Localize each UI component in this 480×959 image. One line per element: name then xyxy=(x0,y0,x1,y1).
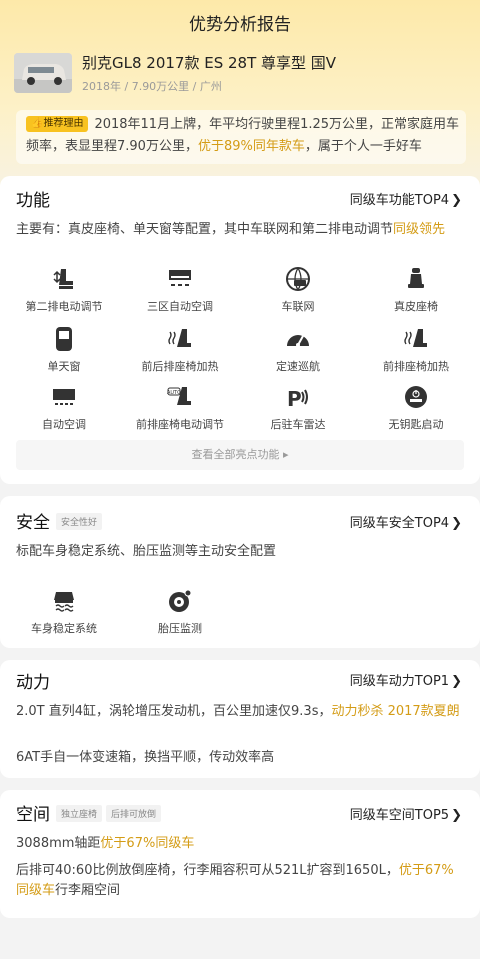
feature-front-seat-heat[interactable]: 前排座椅加热 xyxy=(356,326,476,374)
chevron-right-icon: ❯ xyxy=(451,808,462,823)
keyless-start-icon xyxy=(405,386,427,408)
power-rank-link[interactable]: 同级车动力TOP1 ❯ xyxy=(350,670,462,689)
svg-text:P: P xyxy=(287,387,302,410)
power-description-2: 6AT手自一体变速箱，换挡平顺，传动效率高 xyxy=(16,750,275,765)
space-description-1: 3088mm轴距优于67%同级车 xyxy=(16,836,195,851)
feature-tire-pressure[interactable]: 胎压监测 xyxy=(120,588,240,636)
safety-description: 标配车身稳定系统、胎压监测等主动安全配置 xyxy=(16,544,277,559)
space-card: 空间 独立座椅 后排可放倒 同级车空间TOP5 ❯ 3088mm轴距优于67%同级车 … xyxy=(0,790,480,918)
space-title: 空间 独立座椅 后排可放倒 xyxy=(16,800,162,825)
recommend-reason-text: 👍推荐理由 2018年11月上牌，年平均行驶里程1.25万公里，正常家庭用车频率，… xyxy=(26,114,466,158)
car-subtitle: 2018年 / 7.90万公里 / 广州 xyxy=(82,80,222,93)
tire-pressure-icon xyxy=(169,589,192,612)
safety-tag: 安全性好 xyxy=(56,513,103,530)
stability-icon xyxy=(54,592,74,612)
safety-card: 安全 安全性好 同级车安全TOP4 ❯ 标配车身稳定系统、胎压监测等主动安全配置 车… xyxy=(0,496,480,648)
feature-auto-ac[interactable]: 自动空调 xyxy=(4,384,124,432)
svg-text:AUTO: AUTO xyxy=(167,390,181,396)
climate-zones-icon xyxy=(169,270,191,286)
sunroof-icon xyxy=(56,327,72,351)
power-description-1: 2.0T 直列4缸，涡轮增压发动机，百公里加速仅9.3s，动力秒杀 2017款夏… xyxy=(16,704,460,719)
page-title: 优势分析报告 xyxy=(189,15,291,35)
function-rank-link[interactable]: 同级车功能TOP4 ❯ xyxy=(350,189,462,208)
power-title: 动力 xyxy=(16,673,50,693)
chevron-right-icon: ❯ xyxy=(451,516,462,531)
seat-adjust-icon xyxy=(53,269,73,289)
space-description-2: 后排可40:60比例放倒座椅，行李厢容积可从521L扩容到1650L，优于67%… xyxy=(16,863,454,898)
reason-highlight: 优于89%同年款车 xyxy=(197,139,305,154)
chevron-right-icon: ❯ xyxy=(451,193,462,208)
safety-title: 安全 安全性好 xyxy=(16,508,103,533)
auto-seat-icon: AUTO xyxy=(167,387,191,405)
feature-connected-car[interactable]: 车联网 xyxy=(238,266,358,314)
feature-stability[interactable]: 车身稳定系统 xyxy=(4,588,124,636)
car-name: 别克GL8 2017款 ES 28T 尊享型 国V xyxy=(82,54,337,72)
recommend-reason-box: 👍推荐理由 2018年11月上牌，年平均行驶里程1.25万公里，正常家庭用车频率，… xyxy=(16,110,466,164)
feature-keyless-start[interactable]: 无钥匙启动 xyxy=(356,384,476,432)
leather-seat-icon xyxy=(408,268,424,288)
function-description: 主要有：真皮座椅、单天窗等配置，其中车联网和第二排电动调节同级领先 xyxy=(16,222,446,237)
power-card: 动力 同级车动力TOP1 ❯ 2.0T 直列4缸，涡轮增压发动机，百公里加速仅9.… xyxy=(0,660,480,778)
chevron-right-icon: ❯ xyxy=(451,674,462,689)
car-thumbnail[interactable] xyxy=(14,53,72,93)
seat-heat-icon xyxy=(168,329,191,347)
safety-rank-link[interactable]: 同级车安全TOP4 ❯ xyxy=(350,512,462,531)
front-seat-heat-icon xyxy=(404,329,427,347)
feature-parking-radar[interactable]: P 后驻车雷达 xyxy=(238,384,358,432)
space-rank-link[interactable]: 同级车空间TOP5 ❯ xyxy=(350,804,462,823)
feature-auto-seat[interactable]: AUTO 前排座椅电动调节 xyxy=(120,384,240,432)
reason-text-b: ，属于个人一手好车 xyxy=(304,139,422,154)
function-card: 功能 同级车功能TOP4 ❯ 主要有：真皮座椅、单天窗等配置，其中车联网和第二排电… xyxy=(0,176,480,484)
connected-car-icon xyxy=(286,267,310,291)
view-all-features-button[interactable]: 查看全部亮点功能 ▸ xyxy=(16,440,464,470)
feature-seat-adjust[interactable]: 第二排电动调节 xyxy=(4,266,124,314)
feature-seat-heat[interactable]: 前后排座椅加热 xyxy=(120,326,240,374)
feature-cruise-control[interactable]: 定速巡航 xyxy=(238,326,358,374)
space-tag-2: 后排可放倒 xyxy=(106,805,162,822)
recommend-badge: 👍推荐理由 xyxy=(26,116,89,132)
feature-leather-seat[interactable]: 真皮座椅 xyxy=(356,266,476,314)
space-tag-1: 独立座椅 xyxy=(56,805,103,822)
cruise-control-icon xyxy=(287,335,309,347)
auto-ac-icon xyxy=(53,389,75,405)
feature-climate-zones[interactable]: 三区自动空调 xyxy=(120,266,240,314)
feature-sunroof[interactable]: 单天窗 xyxy=(4,326,124,374)
function-title: 功能 xyxy=(16,191,50,211)
thumb-up-icon: 👍 xyxy=(31,118,44,129)
parking-radar-icon: P xyxy=(287,387,308,410)
